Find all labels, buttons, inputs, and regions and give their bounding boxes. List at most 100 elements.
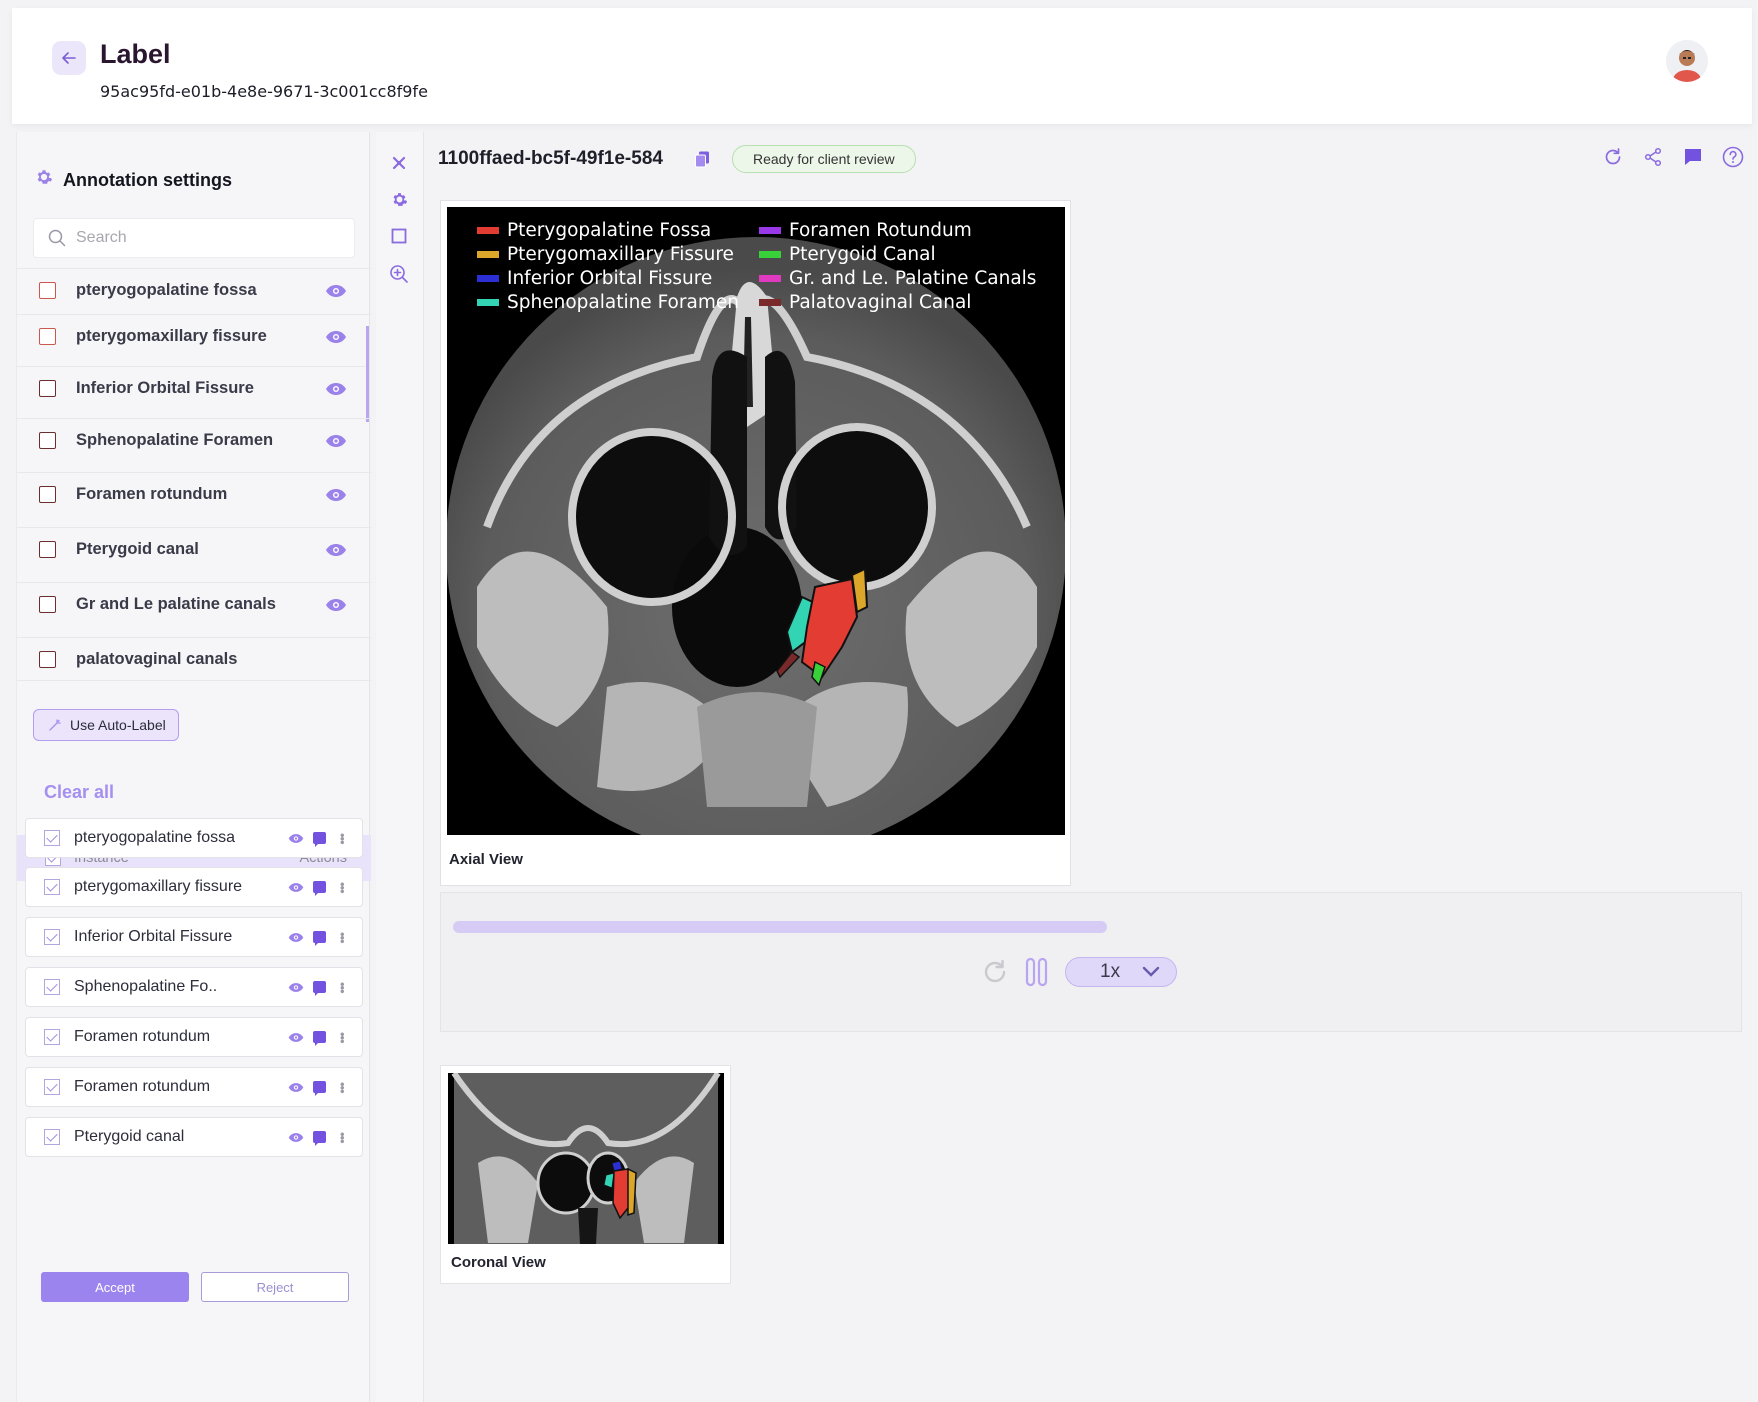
instance-row[interactable]: Pterygoid canal ••• [25, 1117, 363, 1157]
square-icon[interactable] [388, 225, 410, 247]
label-row[interactable]: Pterygoid canal [17, 527, 371, 571]
comment-icon[interactable] [313, 1081, 326, 1096]
search-input[interactable] [76, 229, 336, 247]
eye-icon[interactable] [325, 330, 347, 344]
item-id: 1100ffaed-bc5f-49f1e-584 [438, 148, 663, 169]
comment-icon[interactable] [313, 1131, 326, 1146]
back-button[interactable] [52, 41, 86, 75]
comment-icon[interactable] [313, 832, 326, 847]
eye-icon[interactable] [288, 982, 304, 993]
legend-swatch [477, 250, 499, 258]
zoom-in-icon[interactable] [388, 263, 410, 285]
eye-icon[interactable] [288, 932, 304, 943]
more-options-icon[interactable]: ••• [335, 882, 350, 893]
search-box[interactable] [33, 218, 355, 258]
avatar[interactable] [1666, 40, 1708, 82]
speed-select[interactable]: 1x [1065, 957, 1177, 987]
instance-checkbox[interactable] [44, 979, 60, 995]
more-options-icon[interactable]: ••• [335, 932, 350, 943]
label-row[interactable]: Inferior Orbital Fissure [17, 366, 371, 410]
legend-swatch [759, 226, 781, 234]
instance-row[interactable]: pterygomaxillary fissure ••• [25, 867, 363, 907]
eye-icon[interactable] [288, 882, 304, 893]
accept-button[interactable]: Accept [41, 1272, 189, 1302]
comment-icon[interactable] [313, 881, 326, 896]
label-checkbox[interactable] [39, 328, 56, 345]
eye-icon[interactable] [325, 434, 347, 448]
reject-button[interactable]: Reject [201, 1272, 349, 1302]
eye-icon[interactable] [325, 382, 347, 396]
instance-checkbox[interactable] [44, 879, 60, 895]
more-options-icon[interactable]: ••• [335, 833, 350, 844]
more-options-icon[interactable]: ••• [335, 1032, 350, 1043]
instance-row[interactable]: Foramen rotundum ••• [25, 1067, 363, 1107]
eye-icon[interactable] [325, 488, 347, 502]
eye-icon[interactable] [288, 1082, 304, 1093]
page-title: Label [100, 39, 171, 69]
label-checkbox[interactable] [39, 541, 56, 558]
pause-icon[interactable] [1023, 957, 1051, 987]
legend-label: Inferior Orbital Fissure [507, 267, 713, 289]
eye-icon[interactable] [288, 1132, 304, 1143]
label-checkbox[interactable] [39, 432, 56, 449]
refresh-icon[interactable] [1602, 146, 1624, 168]
more-options-icon[interactable]: ••• [335, 1082, 350, 1093]
use-auto-label-button[interactable]: Use Auto-Label [33, 709, 179, 741]
comment-icon[interactable] [313, 1031, 326, 1046]
comment-icon[interactable] [1682, 146, 1704, 168]
copy-icon[interactable] [695, 151, 710, 168]
label-checkbox[interactable] [39, 282, 56, 299]
playback-panel: 1x [440, 892, 1742, 1032]
instance-checkbox[interactable] [44, 1079, 60, 1095]
label-name: Sphenopalatine Foramen [76, 431, 274, 449]
legend-label: Foramen Rotundum [789, 219, 972, 241]
label-name: Gr and Le palatine canals [76, 595, 276, 613]
axial-ct-image[interactable]: Pterygopalatine Fossa Foramen Rotundum Pte… [447, 207, 1065, 835]
user-avatar-icon [1666, 40, 1708, 82]
comment-icon[interactable] [313, 931, 326, 946]
label-row[interactable]: Foramen rotundum [17, 472, 371, 516]
crosshair-icon[interactable] [388, 152, 410, 174]
label-row[interactable]: pteryogopalatine fossa [17, 268, 371, 312]
label-name: palatovaginal canals [76, 649, 238, 668]
label-checkbox[interactable] [39, 486, 56, 503]
label-checkbox[interactable] [39, 380, 56, 397]
progress-bar[interactable] [453, 921, 1107, 933]
instance-checkbox[interactable] [44, 929, 60, 945]
status-badge: Ready for client review [732, 145, 916, 173]
label-checkbox[interactable] [39, 650, 56, 668]
label-row[interactable]: Gr and Le palatine canals [17, 582, 371, 626]
label-row[interactable]: Sphenopalatine Foramen [17, 418, 371, 462]
more-options-icon[interactable]: ••• [335, 1132, 350, 1143]
label-checkbox[interactable] [39, 596, 56, 613]
instance-checkbox[interactable] [44, 830, 60, 846]
legend-label: Sphenopalatine Foramen [507, 291, 739, 313]
instance-checkbox[interactable] [44, 1029, 60, 1045]
eye-icon[interactable] [288, 833, 304, 844]
coronal-ct-image[interactable] [448, 1073, 724, 1244]
replay-icon[interactable] [981, 958, 1009, 986]
eye-icon[interactable] [325, 598, 347, 612]
instance-row[interactable]: Foramen rotundum ••• [25, 1017, 363, 1057]
legend-item: Pterygopalatine Fossa [477, 219, 759, 241]
eye-icon[interactable] [288, 1032, 304, 1043]
instance-row[interactable]: Inferior Orbital Fissure ••• [25, 917, 363, 957]
label-row[interactable]: pterygomaxillary fissure [17, 314, 371, 358]
instance-actions: ••• [288, 1031, 350, 1046]
page-subtitle-id: 95ac95fd-e01b-4e8e-9671-3c001cc8f9fe [100, 82, 428, 101]
legend-swatch [477, 226, 499, 234]
comment-icon[interactable] [313, 981, 326, 996]
eye-icon[interactable] [325, 284, 347, 298]
instance-checkbox[interactable] [44, 1129, 60, 1145]
gear-icon[interactable] [388, 188, 410, 210]
scrollbar-thumb[interactable] [366, 326, 369, 422]
instance-row[interactable]: Sphenopalatine Fo.. ••• [25, 967, 363, 1007]
clear-all-link[interactable]: Clear all [44, 782, 114, 803]
share-icon[interactable] [1642, 146, 1664, 168]
instance-row[interactable]: pteryogopalatine fossa ••• [25, 818, 363, 858]
label-row[interactable]: palatovaginal canals [17, 637, 371, 681]
help-icon[interactable] [1722, 146, 1744, 168]
instance-name: Inferior Orbital Fissure [74, 928, 233, 945]
eye-icon[interactable] [325, 543, 347, 557]
more-options-icon[interactable]: ••• [335, 982, 350, 993]
